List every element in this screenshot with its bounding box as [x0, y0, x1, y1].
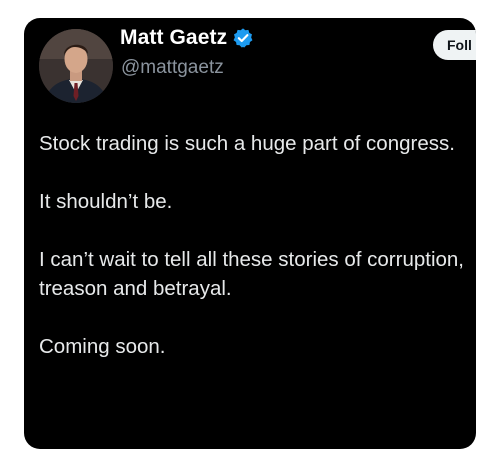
tweet-paragraph: It shouldn’t be.: [39, 190, 173, 213]
verified-badge-icon: [232, 27, 254, 49]
tweet-text: Stock trading is such a huge part of con…: [39, 129, 464, 361]
author-handle[interactable]: @mattgaetz: [121, 57, 224, 79]
tweet-card: Matt Gaetz @mattgaetz Foll Stock trading…: [24, 18, 476, 449]
avatar-photo: [39, 29, 113, 103]
follow-button[interactable]: Foll: [433, 30, 476, 60]
tweet-paragraph: I can’t wait to tell all these stories o…: [39, 248, 465, 300]
tweet-paragraph: Stock trading is such a huge part of con…: [39, 132, 455, 155]
avatar[interactable]: [39, 29, 113, 103]
author-display-name[interactable]: Matt Gaetz: [120, 26, 227, 50]
tweet-paragraph: Coming soon.: [39, 335, 166, 358]
author-name-row: Matt Gaetz: [120, 26, 254, 50]
